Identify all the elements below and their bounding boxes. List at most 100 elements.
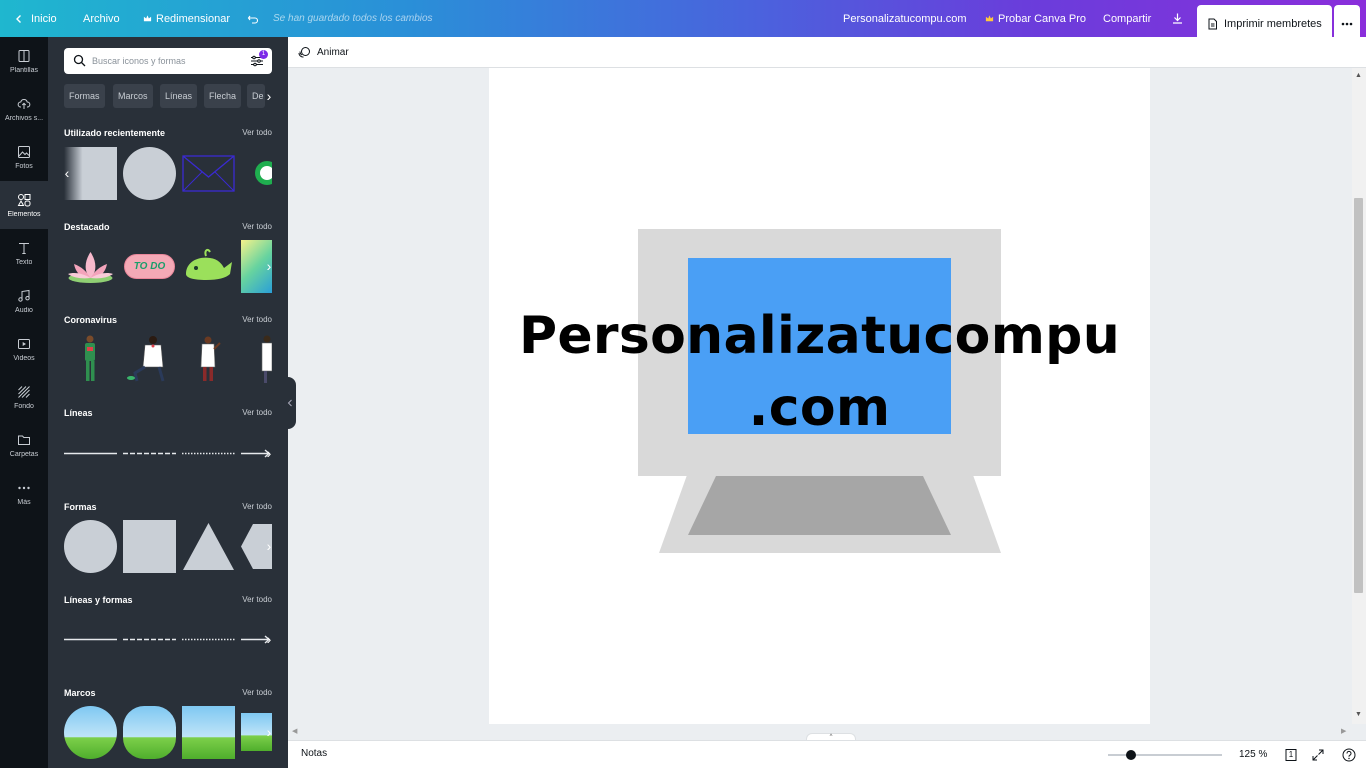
section-title: Líneas y formas (64, 595, 133, 605)
next-arrow-icon[interactable]: › (262, 352, 276, 366)
square-frame-thumb[interactable] (182, 706, 235, 759)
headline-line-1: Personalizatucompu (518, 306, 1121, 366)
rail-item-folders[interactable]: Carpetas (0, 421, 48, 469)
show-pages-handle[interactable]: ^ (806, 733, 856, 740)
dotted-line-thumb[interactable] (182, 427, 235, 480)
triangle-shape-thumb[interactable] (182, 520, 235, 573)
document-icon (1208, 18, 1217, 29)
video-icon (18, 338, 30, 349)
undo-button[interactable] (247, 0, 259, 37)
rail-item-photos[interactable]: Fotos (0, 133, 48, 181)
next-arrow-icon[interactable]: › (262, 446, 276, 460)
see-all-link[interactable]: Ver todo (242, 128, 272, 137)
prev-arrow-icon[interactable]: ‹ (60, 166, 74, 180)
see-all-link[interactable]: Ver todo (242, 502, 272, 511)
zoom-level[interactable]: 125 % (1239, 749, 1267, 760)
share-button[interactable]: Compartir (1103, 0, 1151, 37)
download-icon (1173, 13, 1182, 24)
circle-shape-thumb[interactable] (64, 520, 117, 573)
bottom-bar: Notas 125 % 1 (288, 740, 1366, 768)
solid-line-thumb[interactable] (64, 427, 117, 480)
design-canvas[interactable]: Personalizatucompu .com (489, 68, 1150, 724)
chips-next-arrow-icon[interactable]: › (262, 89, 276, 103)
vertical-scrollbar[interactable]: ▲ ▼ (1352, 68, 1366, 724)
search-input[interactable] (92, 52, 242, 70)
chevron-left-icon (287, 399, 292, 407)
dotted-line-thumb[interactable] (182, 613, 235, 666)
file-menu-button[interactable]: Archivo (83, 0, 120, 37)
rail-item-elements[interactable]: Elementos (0, 181, 48, 229)
see-all-link[interactable]: Ver todo (242, 222, 272, 231)
search-icon (73, 54, 86, 67)
design-title[interactable]: Personalizatucompu.com (843, 0, 967, 37)
template-icon (18, 49, 30, 62)
left-rail: Plantillas Archivos s... Fotos Elementos… (0, 37, 48, 768)
search-box: 1 (64, 48, 272, 74)
solid-line-thumb[interactable] (64, 613, 117, 666)
dashed-line-thumb[interactable] (123, 427, 176, 480)
rail-item-text[interactable]: Texto (0, 229, 48, 277)
chip-arrows[interactable]: Flecha (204, 84, 242, 108)
upload-cloud-icon (17, 98, 31, 109)
home-button[interactable]: Inicio (14, 0, 57, 37)
help-button[interactable] (1342, 748, 1356, 765)
see-all-link[interactable]: Ver todo (242, 315, 272, 324)
see-all-link[interactable]: Ver todo (242, 408, 272, 417)
scrollbar-thumb[interactable] (1354, 198, 1363, 593)
page-count-button[interactable]: 1 (1284, 748, 1298, 762)
scroll-left-arrow-icon[interactable]: ◀ (292, 727, 297, 735)
lotus-sticker-thumb[interactable] (64, 240, 117, 293)
doctor-seated-illustration-thumb[interactable] (123, 333, 176, 386)
see-all-link[interactable]: Ver todo (242, 688, 272, 697)
section-title: Líneas (64, 408, 93, 418)
chip-lines[interactable]: Líneas (160, 84, 198, 108)
rail-item-videos[interactable]: Videos (0, 325, 48, 373)
todo-sticker-thumb[interactable]: TO DO (123, 240, 176, 293)
rail-item-templates[interactable]: Plantillas (0, 37, 48, 85)
dotted-line-icon (182, 452, 235, 455)
circle-frame-thumb[interactable] (64, 706, 117, 759)
zoom-slider-thumb[interactable] (1125, 750, 1136, 760)
see-all-link[interactable]: Ver todo (242, 595, 272, 604)
whale-sticker-thumb[interactable] (182, 240, 235, 293)
animate-button[interactable]: Animar (298, 37, 349, 68)
headline-line-2: .com (748, 378, 891, 438)
rail-item-audio[interactable]: Audio (0, 277, 48, 325)
next-arrow-icon[interactable]: › (262, 632, 276, 646)
chip-frames[interactable]: Marcos (113, 84, 153, 108)
resize-button[interactable]: Redimensionar (143, 0, 230, 37)
recent-circle-thumb[interactable] (123, 147, 176, 200)
dashed-line-thumb[interactable] (123, 613, 176, 666)
notes-button[interactable]: Notas (301, 748, 327, 759)
doctor-illustration-thumb[interactable] (64, 333, 117, 386)
collapse-panel-button[interactable] (284, 377, 296, 429)
next-arrow-icon[interactable]: › (262, 259, 276, 273)
next-arrow-icon[interactable]: › (262, 725, 276, 739)
square-shape-thumb[interactable] (123, 520, 176, 573)
doctor-standing-illustration-thumb[interactable] (182, 333, 235, 386)
chip-shapes[interactable]: Formas (64, 84, 105, 108)
top-bar: Inicio Archivo Redimensionar Se han guar… (0, 0, 1366, 42)
fullscreen-button[interactable] (1311, 748, 1325, 765)
next-arrow-icon[interactable]: › (262, 539, 276, 553)
section-title: Formas (64, 502, 97, 512)
todo-sticker-label: TO DO (124, 254, 175, 279)
rail-item-background[interactable]: Fondo (0, 373, 48, 421)
canvas-headline[interactable]: Personalizatucompu .com (489, 300, 1150, 444)
download-button[interactable] (1171, 0, 1184, 37)
rail-item-more[interactable]: Más (0, 469, 48, 517)
scroll-down-arrow-icon[interactable]: ▼ (1355, 711, 1362, 718)
rail-item-uploads[interactable]: Archivos s... (0, 85, 48, 133)
try-pro-button[interactable]: Probar Canva Pro (985, 0, 1086, 37)
recent-envelope-thumb[interactable] (182, 147, 235, 200)
doctor-icon (85, 335, 95, 381)
help-icon (1342, 748, 1356, 762)
photo-icon (18, 145, 30, 158)
next-arrow-icon[interactable]: › (262, 166, 276, 180)
scroll-right-arrow-icon[interactable]: ▶ (1341, 727, 1346, 735)
scalloped-frame-thumb[interactable] (123, 706, 176, 759)
filter-button[interactable]: 1 (250, 50, 268, 73)
scroll-up-arrow-icon[interactable]: ▲ (1355, 72, 1362, 79)
crown-icon (143, 15, 152, 22)
horizontal-scrollbar[interactable]: ◀ ▶ ^ (288, 724, 1352, 740)
